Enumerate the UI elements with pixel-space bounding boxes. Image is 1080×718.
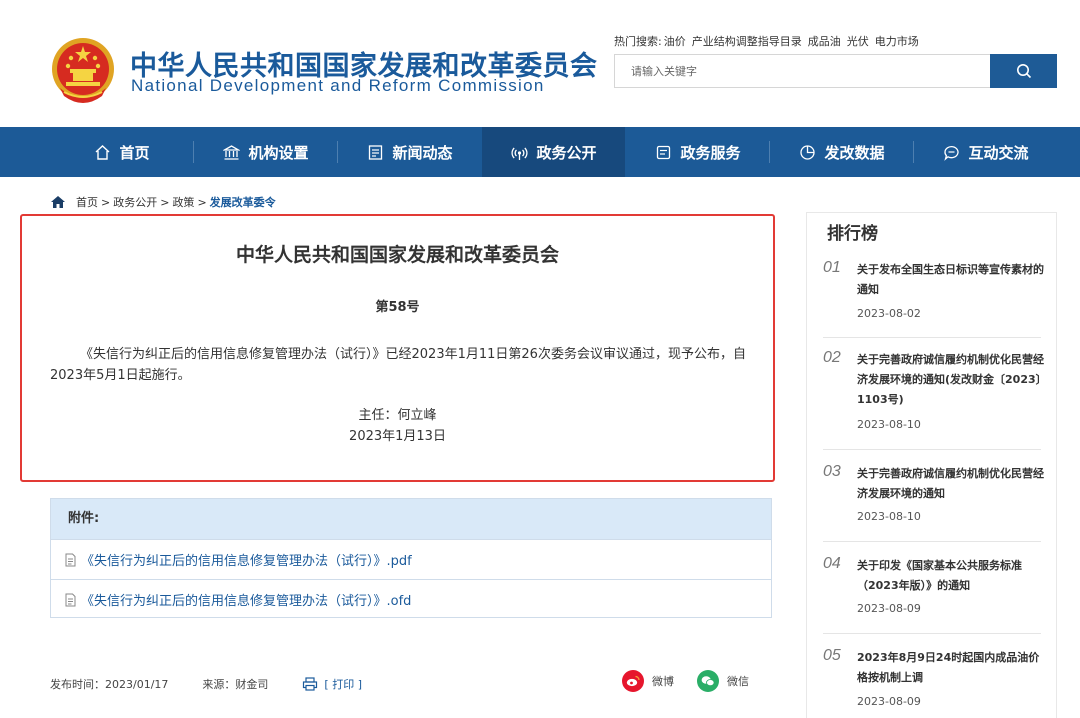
main-nav: 首页 机构设置 新闻动态 政务公开 政务服务 发改数据 互动交流	[0, 127, 1080, 177]
service-icon	[654, 143, 672, 161]
site-header: 中华人民共和国国家发展和改革委员会 National Development a…	[0, 0, 1080, 127]
nav-label: 政务公开	[536, 143, 597, 162]
ranking-number: 04	[823, 555, 841, 572]
breadcrumb: 首页 > 政务公开 > 政策 > 发展改革委令	[50, 194, 276, 210]
file-icon	[64, 553, 77, 567]
ranking-number: 05	[823, 647, 841, 664]
nav-item-news[interactable]: 新闻动态	[338, 127, 481, 177]
attachments-label: 附件:	[51, 499, 771, 539]
document-issuer: 中华人民共和国国家发展和改革委员会	[235, 244, 559, 266]
nav-label: 新闻动态	[392, 143, 453, 162]
attachment-filename: 《失信行为纠正后的信用信息修复管理办法（试行）》.pdf	[81, 554, 412, 569]
print-button[interactable]: [ 打印 ]	[302, 676, 362, 692]
breadcrumb-separator: >	[160, 195, 170, 209]
search-button[interactable]	[990, 54, 1057, 88]
ranking-number: 01	[823, 259, 841, 276]
ranking-divider	[823, 337, 1041, 338]
site-title-en: National Development and Reform Commissi…	[131, 76, 545, 95]
share-weibo-button[interactable]: 微博	[622, 670, 674, 692]
hot-search-link[interactable]: 电力市场	[875, 35, 919, 48]
breadcrumb-policy[interactable]: 政策	[172, 194, 194, 210]
document-body: 《失信行为纠正后的信用信息修复管理办法（试行）》已经2023年1月11日第26次…	[50, 347, 746, 383]
nav-item-interaction[interactable]: 互动交流	[914, 127, 1057, 177]
article-meta: 发布时间：2023/01/17 来源：财金司 [ 打印 ]	[50, 676, 362, 692]
pie-chart-icon	[798, 143, 816, 161]
search-icon	[1016, 64, 1031, 79]
nav-label: 政务服务	[680, 143, 741, 162]
publish-time: 发布时间：2023/01/17	[50, 678, 169, 691]
attachment-link-pdf[interactable]: 《失信行为纠正后的信用信息修复管理办法（试行）》.pdf	[51, 539, 771, 579]
institution-icon	[222, 143, 240, 161]
ranking-item-title[interactable]: 关于完善政府诚信履约机制优化民营经济发展环境的通知	[857, 464, 1045, 504]
nav-item-data[interactable]: 发改数据	[770, 127, 913, 177]
hot-search-link[interactable]: 油价	[664, 35, 686, 48]
search-box	[614, 54, 990, 88]
ranking-divider	[823, 633, 1041, 634]
document-number: 第58号	[375, 300, 420, 315]
hot-search-label: 热门搜索:	[614, 35, 662, 48]
home-icon[interactable]	[50, 195, 66, 209]
print-label: [ 打印 ]	[324, 678, 362, 691]
hot-search-link[interactable]: 产业结构调整指导目录	[692, 35, 802, 48]
chat-icon	[942, 143, 960, 161]
broadcast-icon	[510, 143, 528, 161]
nav-item-gov-affairs[interactable]: 政务公开	[482, 127, 625, 177]
breadcrumb-gov-affairs[interactable]: 政务公开	[113, 194, 157, 210]
news-icon	[366, 143, 384, 161]
ranking-title: 排行榜	[827, 224, 878, 244]
ranking-number: 02	[823, 349, 841, 366]
weibo-icon	[622, 670, 644, 692]
attachment-filename: 《失信行为纠正后的信用信息修复管理办法（试行）》.ofd	[81, 594, 412, 609]
breadcrumb-separator: >	[101, 195, 111, 209]
document-highlight-box: 中华人民共和国国家发展和改革委员会 第58号 《失信行为纠正后的信用信息修复管理…	[20, 214, 775, 482]
ranking-item-date: 2023-08-10	[857, 418, 921, 431]
document-signature: 主任：何立峰 2023年1月13日	[22, 405, 773, 447]
search-input[interactable]	[615, 55, 990, 87]
printer-icon	[303, 677, 318, 691]
document-signer: 主任：何立峰	[358, 408, 437, 423]
nav-item-institution[interactable]: 机构设置	[194, 127, 337, 177]
breadcrumb-home[interactable]: 首页	[76, 194, 98, 210]
share-weibo-label: 微博	[652, 675, 674, 688]
ranking-panel: 排行榜 01 关于发布全国生态日标识等宣传素材的通知 2023-08-02 02…	[806, 212, 1057, 718]
ranking-divider	[823, 449, 1041, 450]
attachment-link-ofd[interactable]: 《失信行为纠正后的信用信息修复管理办法（试行）》.ofd	[51, 579, 771, 619]
share-wechat-button[interactable]: 微信	[697, 670, 749, 692]
ranking-item-date: 2023-08-02	[857, 307, 921, 320]
share-wechat-label: 微信	[727, 675, 749, 688]
national-emblem-icon[interactable]	[50, 36, 116, 106]
home-icon	[93, 143, 111, 161]
hot-search-link[interactable]: 光伏	[847, 35, 869, 48]
nav-item-home[interactable]: 首页	[50, 127, 193, 177]
ranking-item-date: 2023-08-09	[857, 602, 921, 615]
nav-item-gov-service[interactable]: 政务服务	[626, 127, 769, 177]
document-date: 2023年1月13日	[349, 429, 446, 444]
file-icon	[64, 593, 77, 607]
nav-label: 互动交流	[968, 143, 1029, 162]
article-source: 来源：财金司	[202, 678, 269, 691]
nav-label: 发改数据	[824, 143, 885, 162]
breadcrumb-separator: >	[197, 195, 207, 209]
ranking-item-title[interactable]: 2023年8月9日24时起国内成品油价格按机制上调	[857, 648, 1045, 688]
ranking-item-date: 2023-08-09	[857, 695, 921, 708]
hot-search-link[interactable]: 成品油	[808, 35, 841, 48]
wechat-icon	[697, 670, 719, 692]
attachments-panel: 附件: 《失信行为纠正后的信用信息修复管理办法（试行）》.pdf 《失信行为纠正…	[50, 498, 772, 618]
ranking-item-date: 2023-08-10	[857, 510, 921, 523]
ranking-item-title[interactable]: 关于发布全国生态日标识等宣传素材的通知	[857, 260, 1045, 300]
nav-label: 首页	[119, 143, 150, 162]
ranking-divider	[823, 541, 1041, 542]
ranking-number: 03	[823, 463, 841, 480]
ranking-item-title[interactable]: 关于完善政府诚信履约机制优化民营经济发展环境的通知(发改财金〔2023〕1103…	[857, 350, 1045, 410]
ranking-item-title[interactable]: 关于印发《国家基本公共服务标准（2023年版）》的通知	[857, 556, 1045, 596]
breadcrumb-current[interactable]: 发展改革委令	[210, 194, 276, 210]
nav-label: 机构设置	[248, 143, 309, 162]
hot-search: 热门搜索: 油价 产业结构调整指导目录 成品油 光伏 电力市场	[614, 33, 925, 49]
